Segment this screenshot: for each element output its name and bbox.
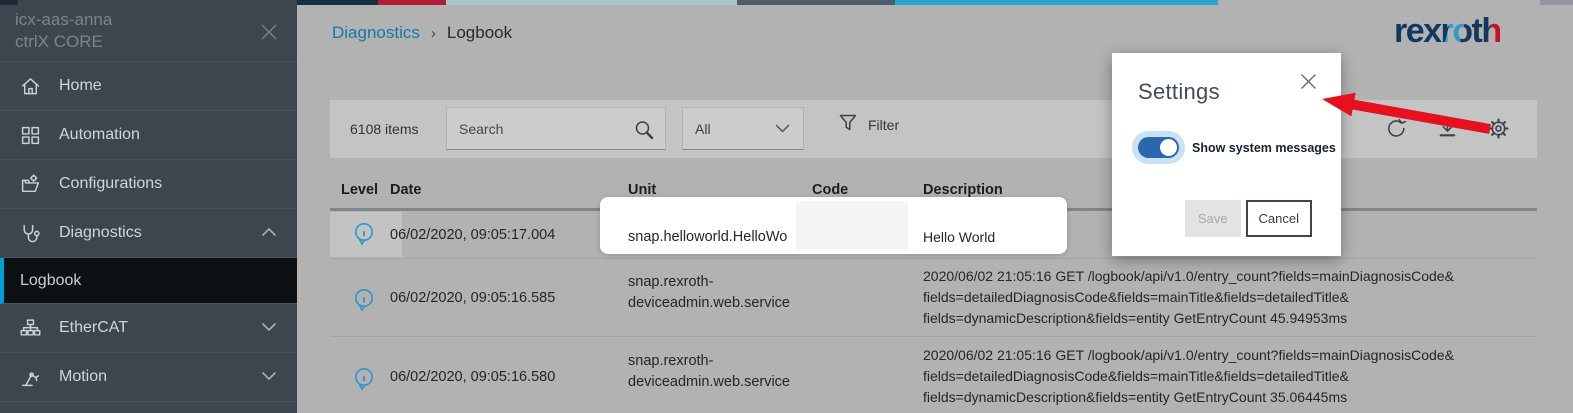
filter-label: Filter: [868, 116, 900, 133]
filter-button[interactable]: Filter: [838, 113, 899, 136]
dialog-buttons: Save Cancel: [1184, 200, 1312, 237]
sidebar-item-configurations[interactable]: Configurations: [0, 160, 297, 209]
sidebar-item-label: Automation: [59, 126, 140, 143]
row-separator: [330, 258, 1537, 259]
scope-select-value: All: [695, 120, 711, 137]
device-title: icx-aas-anna ctrlX CORE: [15, 9, 112, 53]
band-segment: [297, 0, 378, 5]
description-line: fields=detailedDiagnosisCode&fields=main…: [923, 289, 1349, 305]
home-icon: [18, 74, 42, 98]
info-level-icon: [353, 222, 375, 250]
show-system-messages-toggle[interactable]: [1138, 137, 1179, 158]
sidebar-item-label: EtherCAT: [59, 319, 129, 336]
sidebar-header: icx-aas-anna ctrlX CORE: [0, 0, 297, 62]
search-box: [446, 107, 666, 150]
column-header-date[interactable]: Date: [390, 182, 421, 198]
cell-unit: snap.rexroth-deviceadmin.web.service: [628, 274, 790, 311]
automation-icon: [18, 123, 42, 147]
breadcrumb-current: Logbook: [446, 23, 513, 42]
items-count: 6108 items: [350, 121, 419, 137]
band-segment: [1540, 0, 1573, 5]
description-line: fields=dynamicDescription&fields=entity …: [923, 310, 1348, 326]
sidebar-subitem-label: Logbook: [20, 271, 82, 289]
sidebar-item-ethercat[interactable]: EtherCAT: [0, 304, 297, 353]
cell-unit: snap.helloworld.HelloWo: [628, 229, 788, 245]
info-level-icon: [353, 288, 375, 316]
sidebar-item-diagnostics[interactable]: Diagnostics: [0, 209, 297, 258]
sidebar-item-home[interactable]: Home: [0, 62, 297, 111]
sidebar-close-icon[interactable]: [259, 22, 279, 47]
save-button[interactable]: Save: [1184, 200, 1241, 237]
cell-date: 06/02/2020, 09:05:17.004: [390, 227, 556, 243]
device-name: icx-aas-anna: [15, 10, 113, 29]
sidebar-item-motion[interactable]: Motion: [0, 353, 297, 402]
description-line: 2020/06/02 21:05:16 GET /logbook/api/v1.…: [923, 347, 1454, 363]
sidebar-item-label: Configurations: [59, 175, 163, 192]
scope-select[interactable]: All: [682, 107, 804, 150]
motion-icon: [18, 365, 42, 389]
breadcrumb-separator-icon: ›: [430, 24, 436, 42]
rexroth-logo: rexroth: [1394, 12, 1502, 50]
band-segment: [378, 0, 446, 5]
chevron-down-icon: [261, 319, 277, 337]
spotlight-code-cell: [796, 201, 908, 250]
description-line: 2020/06/02 21:05:16 GET /logbook/api/v1.…: [923, 268, 1454, 284]
diagnostics-icon: [18, 221, 42, 245]
breadcrumb-parent-link[interactable]: Diagnostics: [332, 23, 420, 43]
chevron-down-icon: [774, 121, 791, 137]
configurations-icon: [18, 172, 42, 196]
sidebar-item-logbook-active[interactable]: Logbook: [0, 258, 297, 304]
cancel-button[interactable]: Cancel: [1245, 200, 1312, 237]
cell-description: 2020/06/02 21:05:16 GET /logbook/api/v1.…: [923, 345, 1454, 408]
filter-icon: [838, 113, 858, 136]
dialog-title: Settings: [1138, 79, 1220, 104]
sidebar-item-label: Motion: [59, 368, 108, 385]
sidebar-item-label: Diagnostics: [59, 224, 142, 241]
band-segment: [895, 0, 1218, 5]
cell-unit: snap.rexroth-deviceadmin.web.service: [628, 353, 790, 390]
band-segment: [0, 0, 18, 5]
column-header-code[interactable]: Code: [812, 182, 848, 198]
search-icon[interactable]: [632, 118, 656, 147]
cell-description: Hello World: [923, 227, 995, 248]
cell-description: 2020/06/02 21:05:16 GET /logbook/api/v1.…: [923, 266, 1454, 329]
breadcrumb: Diagnostics › Logbook: [332, 23, 512, 43]
sidebar-item-automation[interactable]: Automation: [0, 111, 297, 160]
annotation-arrow: [1300, 80, 1500, 175]
description-line: fields=dynamicDescription&fields=entity …: [923, 389, 1348, 405]
toggle-knob: [1160, 139, 1177, 156]
ethercat-icon: [18, 316, 42, 340]
band-segment: [446, 0, 737, 5]
cell-date: 06/02/2020, 09:05:16.580: [390, 369, 556, 385]
sidebar-item-label: Home: [59, 77, 102, 94]
chevron-down-icon: [261, 368, 277, 386]
description-line: fields=detailedDiagnosisCode&fields=main…: [923, 368, 1349, 384]
cell-date: 06/02/2020, 09:05:16.585: [390, 290, 556, 306]
info-level-icon: [353, 367, 375, 395]
column-header-unit[interactable]: Unit: [628, 182, 656, 198]
column-header-level[interactable]: Level: [341, 182, 378, 198]
column-header-description[interactable]: Description: [923, 182, 1003, 198]
band-segment: [737, 0, 895, 5]
row-separator: [330, 336, 1537, 337]
chevron-up-icon: [261, 224, 277, 242]
sidebar: icx-aas-anna ctrlX CORE Home Automation …: [0, 0, 297, 413]
product-name: ctrlX CORE: [15, 32, 103, 51]
description-line: Hello World: [923, 229, 996, 245]
